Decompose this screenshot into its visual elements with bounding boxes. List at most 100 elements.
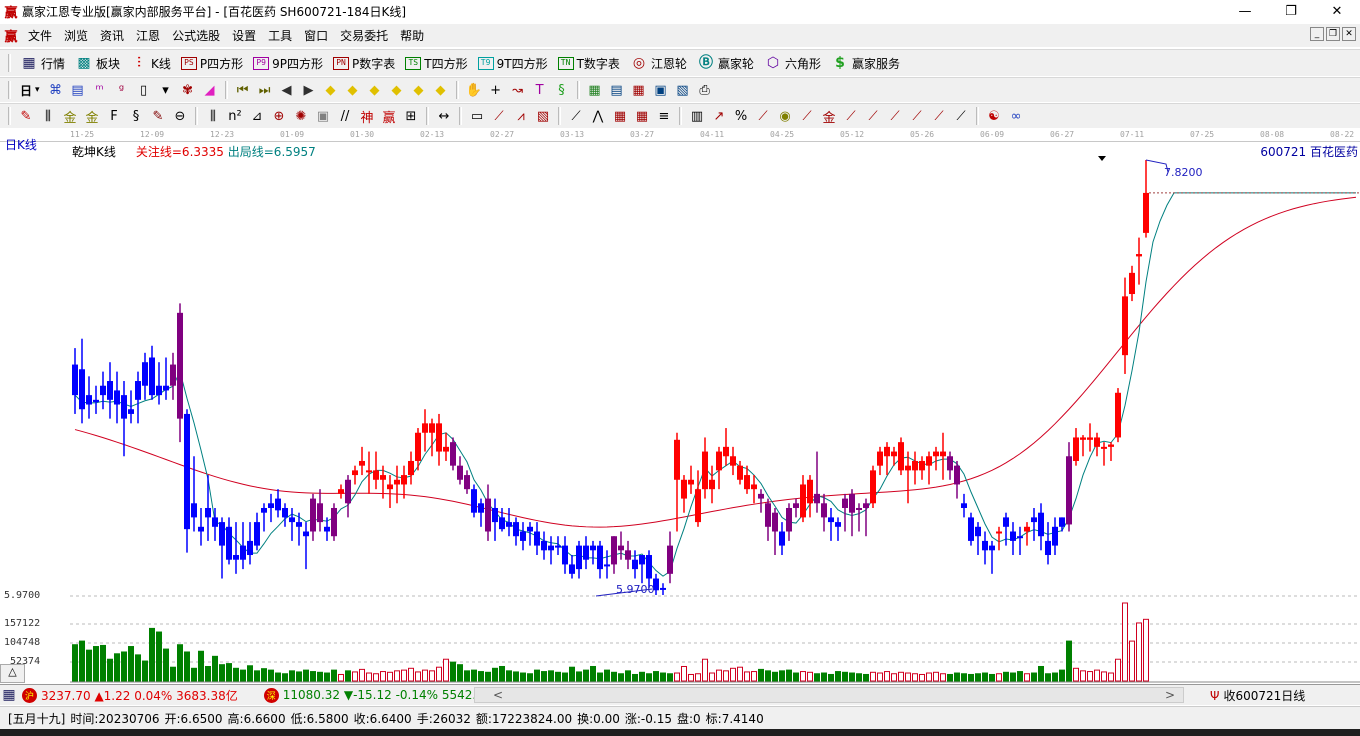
menu-item[interactable]: 江恩 xyxy=(130,27,166,44)
weekly-icon[interactable]: ᵐ xyxy=(89,80,111,100)
flag-icon[interactable]: ◢ xyxy=(199,80,221,100)
shen-icon[interactable]: 神 xyxy=(356,106,378,126)
menu-item[interactable]: 窗口 xyxy=(298,27,334,44)
infinity-icon[interactable]: ∞ xyxy=(1005,106,1027,126)
toolbar-button[interactable]: ▦ 行情 xyxy=(15,52,70,74)
trend-icon[interactable]: ↝ xyxy=(507,80,529,100)
fan7-icon[interactable]: ⟋ xyxy=(950,106,972,126)
arrow-left-diamond-icon[interactable]: ◆ xyxy=(320,80,342,100)
print-icon[interactable]: ⎙ xyxy=(694,80,716,100)
wave-icon[interactable]: ⩘ xyxy=(510,106,532,126)
zigzag-icon[interactable]: ⋀ xyxy=(587,106,609,126)
toolbar-button[interactable]: ◎ 江恩轮 xyxy=(625,52,692,74)
minimize-button[interactable]: — xyxy=(1222,0,1268,23)
fib-icon[interactable]: F xyxy=(103,106,125,126)
gold-line2-icon[interactable]: 金 xyxy=(81,106,103,126)
toolbar-button[interactable]: ⫶ K线 xyxy=(125,52,176,74)
menu-item[interactable]: 交易委托 xyxy=(334,27,394,44)
spiral-icon[interactable]: § xyxy=(125,106,147,126)
link-icon[interactable]: ⌘ xyxy=(45,80,67,100)
sh-index[interactable]: 沪 3237.70 ▲1.22 0.04% 3683.38亿 xyxy=(18,687,238,704)
menu-item[interactable]: 设置 xyxy=(226,27,262,44)
notes-icon[interactable]: ▤ xyxy=(67,80,89,100)
taiji-icon[interactable]: ☯ xyxy=(983,106,1005,126)
toolbar-button[interactable]: Ⓑ 赢家轮 xyxy=(692,52,759,74)
fan-icon[interactable]: ⟋ xyxy=(488,106,510,126)
zoom-in-icon[interactable]: ◆ xyxy=(408,80,430,100)
box-icon[interactable]: ▧ xyxy=(532,106,554,126)
toolbar-button[interactable]: P9 9P四方形 xyxy=(248,52,328,74)
arrow-fan-icon[interactable]: ⟋ xyxy=(796,106,818,126)
toolbar-button[interactable]: ▩ 板块 xyxy=(70,52,125,74)
magnet-icon[interactable]: § xyxy=(551,80,573,100)
parallel-icon[interactable]: // xyxy=(334,106,356,126)
zoom-out-icon[interactable]: ◆ xyxy=(430,80,452,100)
chevron-down-icon[interactable]: ▾ xyxy=(155,80,177,100)
crosshair-icon[interactable]: + xyxy=(485,80,507,100)
arrow-right-diamond-icon[interactable]: ◆ xyxy=(342,80,364,100)
square-icon[interactable]: ▣ xyxy=(312,106,334,126)
mdi-minimize-button[interactable]: _ xyxy=(1310,27,1324,41)
restore-button[interactable]: ❐ xyxy=(1268,0,1314,23)
width-icon[interactable]: ↔ xyxy=(433,106,455,126)
menu-item[interactable]: 浏览 xyxy=(58,27,94,44)
grid-icon[interactable]: ▦ xyxy=(628,80,650,100)
cycle-icon[interactable]: ⫼ xyxy=(202,106,224,126)
menu-item[interactable]: 文件 xyxy=(22,27,58,44)
percent-fan-icon[interactable]: ↗ xyxy=(708,106,730,126)
close-button[interactable]: ✕ xyxy=(1314,0,1360,23)
lines-icon[interactable]: ⫼ xyxy=(37,106,59,126)
fan2-icon[interactable]: ⟋ xyxy=(840,106,862,126)
angle-icon[interactable]: ⊿ xyxy=(246,106,268,126)
toolbar-grip[interactable] xyxy=(8,54,11,72)
toolbar-grip[interactable] xyxy=(8,81,11,99)
first-icon[interactable]: ⏮ xyxy=(232,80,254,100)
right-icon[interactable]: ▶ xyxy=(298,80,320,100)
cone-icon[interactable]: ✎ xyxy=(147,106,169,126)
export-icon[interactable]: ▧ xyxy=(672,80,694,100)
formula-icon[interactable]: ✾ xyxy=(177,80,199,100)
shrink-icon[interactable]: ◆ xyxy=(386,80,408,100)
calendar-icon[interactable]: ▦ xyxy=(584,80,606,100)
mdi-restore-button[interactable]: ❐ xyxy=(1326,27,1340,41)
save-icon[interactable]: ▣ xyxy=(650,80,672,100)
menu-item[interactable]: 工具 xyxy=(262,27,298,44)
left-icon[interactable]: ◀ xyxy=(276,80,298,100)
calc-icon[interactable]: ▤ xyxy=(606,80,628,100)
coin-icon[interactable]: ◉ xyxy=(774,106,796,126)
pen-icon[interactable]: ✎ xyxy=(15,106,37,126)
toolbar-button[interactable]: $ 赢家服务 xyxy=(826,52,905,74)
speed-icon[interactable]: ⟋ xyxy=(565,106,587,126)
star-icon[interactable]: ✺ xyxy=(290,106,312,126)
toolbar-button[interactable]: TN T数字表 xyxy=(553,52,625,74)
kline-chart[interactable]: 11-25 12-09 12-23 01-09 01-30 02-13 02-27 03-13… xyxy=(0,129,1360,683)
toolbar-button[interactable]: PS P四方形 xyxy=(176,52,248,74)
sz-index[interactable]: 深 11080.32 ▼-15.12 -0.14% 5542.38 xyxy=(260,687,491,703)
percent-icon[interactable]: % xyxy=(730,106,752,126)
gold-line-icon[interactable]: 金 xyxy=(59,106,81,126)
expand-panel-button[interactable]: △ xyxy=(0,664,25,683)
toolbar-button[interactable]: T9 9T四方形 xyxy=(473,52,553,74)
chart-canvas[interactable]: 7.8200 5.9700 xyxy=(0,129,1360,683)
toolbar-button[interactable]: ⬡ 六角形 xyxy=(759,52,826,74)
quote-table-icon[interactable]: ▦ xyxy=(0,687,18,703)
toolbar-grip[interactable] xyxy=(8,107,11,125)
fan3-icon[interactable]: ⟋ xyxy=(862,106,884,126)
toolbar-button[interactable]: PN P数字表 xyxy=(328,52,400,74)
scroll-right-button[interactable]: > xyxy=(1165,688,1175,702)
nine-icon[interactable]: ᵍ xyxy=(111,80,133,100)
target-icon[interactable]: ⊕ xyxy=(268,106,290,126)
fan6-icon[interactable]: ⟋ xyxy=(928,106,950,126)
gold-box-icon[interactable]: 金 xyxy=(818,106,840,126)
hatch-icon[interactable]: ≡ xyxy=(653,106,675,126)
n2-icon[interactable]: n² xyxy=(224,106,246,126)
ying-icon[interactable]: 赢 xyxy=(378,106,400,126)
grid2-icon[interactable]: ▦ xyxy=(631,106,653,126)
fan4-icon[interactable]: ⟋ xyxy=(884,106,906,126)
candle-type-icon[interactable]: ▯ xyxy=(133,80,155,100)
rect-icon[interactable]: ▭ xyxy=(466,106,488,126)
horizontal-scrollbar[interactable]: < > xyxy=(474,687,1184,703)
expand-icon[interactable]: ◆ xyxy=(364,80,386,100)
mdi-close-button[interactable]: ✕ xyxy=(1342,27,1356,41)
ruler-icon[interactable]: ⊞ xyxy=(400,106,422,126)
